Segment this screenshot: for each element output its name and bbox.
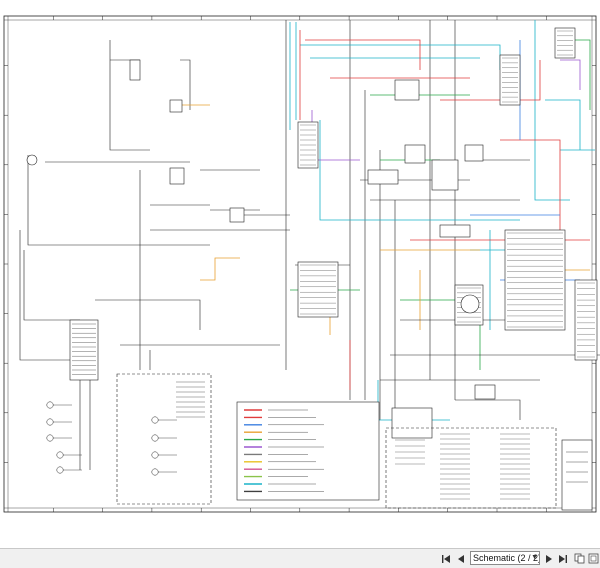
left-orange-wire bbox=[170, 104, 240, 281]
motor-symbol bbox=[460, 294, 480, 314]
page-selector[interactable]: Schematic (2 / 2) ▼ bbox=[470, 551, 540, 565]
lamp-symbol bbox=[46, 434, 54, 442]
previous-page-icon[interactable] bbox=[455, 551, 467, 566]
lamp-symbol bbox=[46, 418, 54, 426]
lamp-symbol bbox=[151, 434, 159, 442]
schematic-sheet bbox=[3, 15, 600, 513]
connector-table-lines bbox=[395, 433, 530, 500]
page-selector-value: Schematic (2 / 2) bbox=[473, 553, 540, 563]
skip-to-last-icon[interactable] bbox=[557, 551, 569, 566]
schematic-viewer[interactable] bbox=[0, 0, 600, 548]
bottom-right-component bbox=[561, 439, 593, 511]
lamp-symbol bbox=[151, 468, 159, 476]
copy-icon[interactable] bbox=[573, 551, 585, 566]
lamp-symbol bbox=[56, 466, 64, 474]
left-connector-blocks bbox=[26, 59, 245, 381]
lamp-circuit-box bbox=[116, 373, 212, 505]
lamp-symbol bbox=[151, 451, 159, 459]
chevron-down-icon: ▼ bbox=[531, 554, 538, 561]
lamp-symbols bbox=[46, 381, 205, 476]
lamp-symbol bbox=[151, 416, 159, 424]
fit-page-icon[interactable] bbox=[587, 551, 599, 566]
viewer-toolbar: Schematic (2 / 2) ▼ bbox=[0, 548, 600, 568]
lamp-symbol bbox=[46, 401, 54, 409]
next-page-icon[interactable] bbox=[543, 551, 555, 566]
skip-to-first-icon[interactable] bbox=[440, 551, 452, 566]
lamp-symbol bbox=[56, 451, 64, 459]
red-wiring bbox=[299, 30, 590, 390]
cyan-wiring bbox=[289, 20, 595, 421]
